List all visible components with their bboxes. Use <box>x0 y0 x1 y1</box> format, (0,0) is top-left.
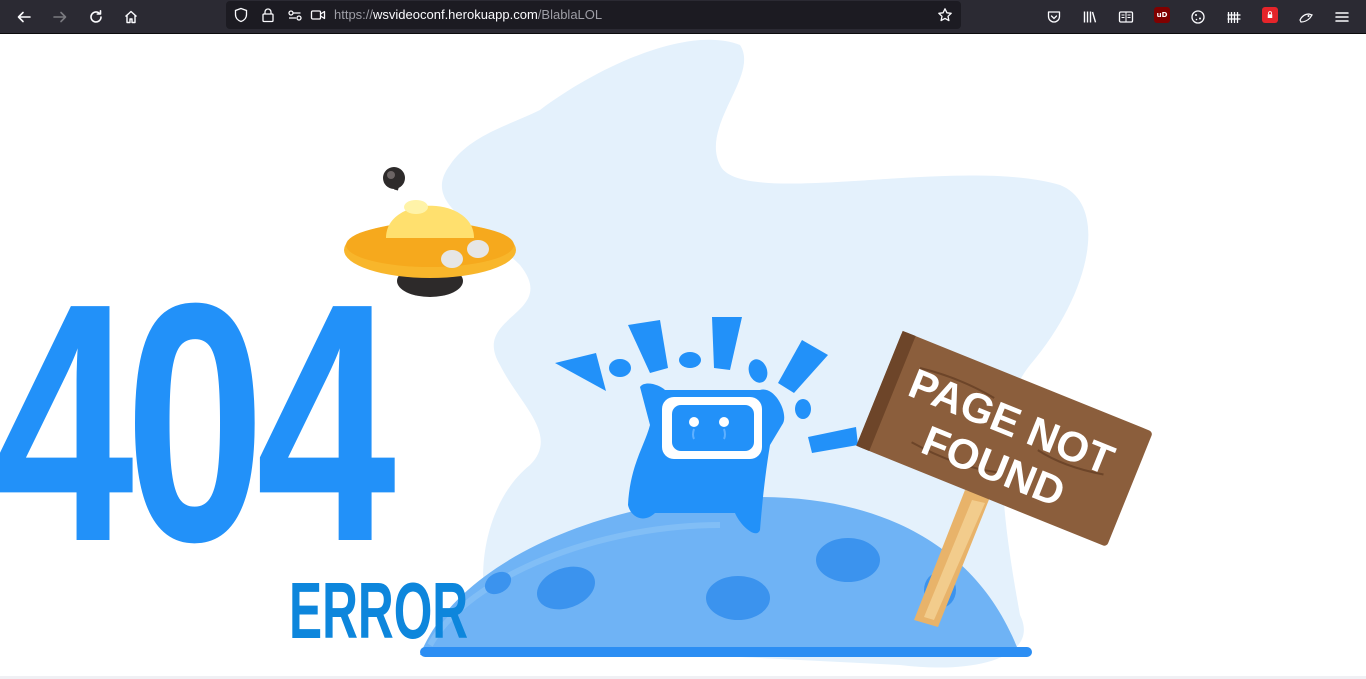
shield-icon[interactable] <box>1262 7 1278 23</box>
error-page: PAGE NOT FOUND 404 ERROR <box>0 35 1366 679</box>
back-arrow-icon <box>17 11 31 23</box>
url-scheme: https:// <box>334 7 374 22</box>
reload-icon <box>90 10 102 23</box>
address-bar[interactable]: https://wsvideoconf.herokuapp.com/Blabla… <box>226 1 961 29</box>
home-button[interactable] <box>117 3 145 31</box>
extension-icon <box>1227 12 1241 23</box>
menu-icon <box>1335 12 1349 22</box>
moon-crater <box>706 576 770 620</box>
camera-permission-icon[interactable] <box>310 7 326 23</box>
ublock-badge-text: uD <box>1156 11 1168 19</box>
extension-button[interactable] <box>1220 3 1248 31</box>
home-icon <box>125 10 137 24</box>
library-button[interactable] <box>1076 3 1104 31</box>
lock-icon[interactable] <box>260 7 276 23</box>
url-host: wsvideoconf.herokuapp.com <box>373 7 538 22</box>
menu-button[interactable] <box>1328 3 1356 31</box>
pocket-icon <box>1047 11 1061 23</box>
browser-toolbar: https://wsvideoconf.herokuapp.com/Blabla… <box>0 0 1366 34</box>
forward-arrow-icon <box>53 11 67 23</box>
url-text[interactable]: https://wsvideoconf.herokuapp.com/Blabla… <box>334 7 602 23</box>
library-icon <box>1083 11 1097 23</box>
reader-view-button[interactable] <box>1112 3 1140 31</box>
bookmark-star-icon[interactable] <box>937 7 953 23</box>
back-button[interactable] <box>10 3 38 31</box>
robot-eye <box>719 417 729 427</box>
puzzle-icon <box>1299 13 1313 23</box>
robot-eye <box>689 417 699 427</box>
error-label: ERROR <box>289 566 469 655</box>
error-code: 404 <box>0 233 396 613</box>
permissions-icon[interactable] <box>287 7 303 23</box>
reader-view-icon <box>1118 11 1134 23</box>
pocket-button[interactable] <box>1040 3 1068 31</box>
url-path: /BlablaLOL <box>537 7 603 22</box>
tracking-protection-shield-icon[interactable] <box>233 7 249 23</box>
cookie-extension-button[interactable] <box>1184 3 1212 31</box>
puzzle-extension-button[interactable] <box>1292 3 1320 31</box>
forward-button[interactable] <box>46 3 74 31</box>
reload-button[interactable] <box>82 3 110 31</box>
cookie-icon <box>1191 10 1205 24</box>
moon-base <box>420 647 1032 657</box>
ublock-icon[interactable]: uD <box>1154 7 1170 23</box>
moon-crater <box>816 538 880 582</box>
